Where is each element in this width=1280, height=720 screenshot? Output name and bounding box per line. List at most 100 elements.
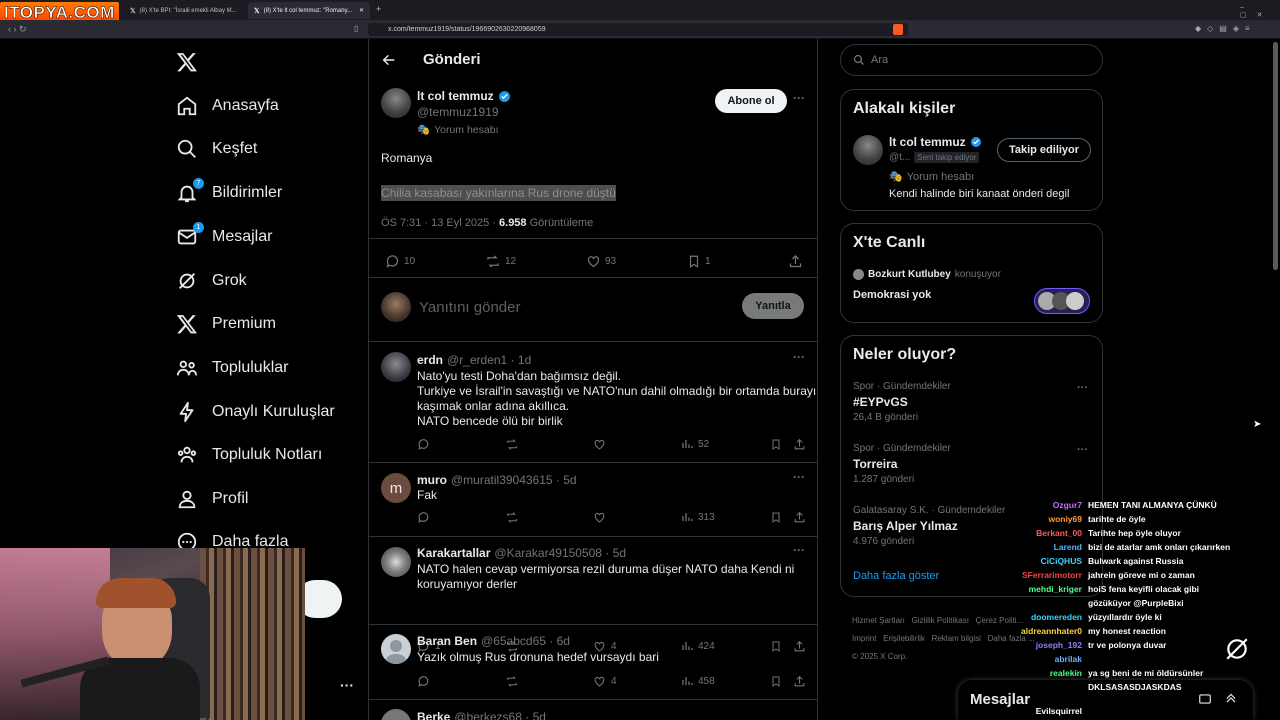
repost-action[interactable]: 12 — [485, 254, 516, 269]
bookmark-icon[interactable] — [770, 438, 782, 451]
my-avatar[interactable] — [381, 292, 411, 322]
post-more-icon[interactable]: ··· — [793, 91, 805, 105]
reply-submit-button[interactable]: Yanıtla — [742, 293, 804, 319]
nav-premium[interactable]: Premium — [176, 307, 276, 341]
footer-link[interactable]: Reklam bilgisi — [932, 634, 981, 643]
share-icon[interactable] — [788, 254, 803, 269]
search-field[interactable]: Ara — [840, 44, 1103, 76]
share-icon[interactable] — [793, 438, 806, 451]
related-avatar[interactable] — [853, 135, 883, 165]
account-menu-icon[interactable]: ··· — [340, 677, 354, 693]
nav-communities[interactable]: Topluluklar — [176, 351, 288, 385]
trend-meta: Spor · Gündemdekiler — [853, 443, 951, 454]
reply-icon[interactable] — [417, 438, 430, 451]
views-action[interactable]: 458 — [681, 675, 715, 687]
live-listeners[interactable] — [1034, 288, 1090, 314]
trend-item[interactable]: Galatasaray S.K. · Gündemdekiler Barış A… — [853, 505, 1005, 547]
live-topic[interactable]: Demokrasi yok — [853, 289, 931, 301]
reply-input[interactable]: Yanıtını gönder — [419, 299, 520, 316]
reply-more-icon[interactable]: ··· — [793, 350, 805, 364]
reply-avatar[interactable]: m — [381, 473, 411, 503]
bookmark-icon[interactable]: ▯ — [354, 24, 358, 33]
subscribe-button[interactable]: Abone ol — [715, 89, 787, 113]
reply-action[interactable]: 10 — [385, 254, 415, 269]
browser-tab-2[interactable]: 𝕏 (8) X'te lt col temmuz: "Romany... ✕ — [248, 2, 370, 19]
heart-icon[interactable] — [593, 511, 606, 524]
reply-avatar[interactable] — [381, 634, 411, 664]
reply-item[interactable]: erdn @r_erden1 · 1d ··· Nato'yu testi Doh… — [369, 342, 817, 462]
nav-messages[interactable]: 1 Mesajlar — [176, 220, 272, 254]
share-icon[interactable] — [793, 675, 806, 688]
author-handle[interactable]: @temmuz1919 — [417, 105, 499, 119]
page-title: Gönderi — [423, 51, 481, 68]
reply-more-icon[interactable]: ··· — [793, 470, 805, 484]
reply-author-name[interactable]: Karakartallar — [417, 546, 490, 560]
new-tab-icon[interactable]: + — [376, 4, 381, 14]
nav-verified-orgs[interactable]: Onaylı Kuruluşlar — [176, 395, 335, 429]
footer-link[interactable]: Gizlilik Politikası — [912, 616, 969, 625]
reply-author-name[interactable]: muro — [417, 473, 447, 487]
trend-item[interactable]: Spor · Gündemdekiler #EYPvGS 26,4 B gönd… — [853, 381, 951, 423]
bookmark-action[interactable]: 1 — [687, 254, 711, 269]
url-field[interactable]: x.com/temmuz1919/status/1966902630220968… — [368, 23, 908, 36]
reply-author-name[interactable]: Baran Ben — [417, 634, 477, 648]
reply-action-bar: 52 — [417, 438, 807, 454]
reply-avatar[interactable] — [381, 547, 411, 577]
nav-label: Keşfet — [212, 140, 258, 157]
trend-more-icon[interactable]: ··· — [1077, 382, 1088, 394]
reply-icon[interactable] — [417, 511, 430, 524]
author-avatar[interactable] — [381, 88, 411, 118]
nav-community-notes[interactable]: Topluluk Notları — [176, 438, 322, 472]
nav-home[interactable]: Anasayfa — [176, 89, 279, 123]
brave-shield-icon[interactable] — [893, 24, 903, 35]
reply-author-name[interactable]: Berke — [417, 710, 450, 720]
like-action[interactable]: 4 — [593, 675, 617, 688]
nav-grok[interactable]: Grok — [176, 264, 247, 298]
browser-tab-1[interactable]: 𝕏 (8) X'te BPI: "İsraili emekli Albay M.… — [124, 2, 246, 19]
reply-text-line: Turkiye ve İsrail'in savaştığı ve NATO'n… — [417, 384, 817, 398]
reply-item[interactable]: Baran Ben @65abcd65 · 6d Yazık olmuş Rus … — [369, 625, 817, 699]
following-button[interactable]: Takip ediliyor — [997, 138, 1091, 162]
trend-more-icon[interactable]: ··· — [1077, 444, 1088, 456]
share-icon[interactable] — [793, 511, 806, 524]
views-action[interactable]: 52 — [681, 438, 709, 450]
bookmark-icon[interactable] — [770, 675, 782, 688]
back-arrow-icon[interactable] — [381, 52, 397, 68]
footer-link[interactable]: Erişilebilirlik — [883, 634, 925, 643]
chart-icon — [681, 675, 693, 687]
reply-avatar[interactable] — [381, 352, 411, 382]
author-name[interactable]: lt col temmuz — [417, 89, 494, 103]
page-scrollbar[interactable] — [1273, 42, 1278, 270]
extension-icons[interactable]: ◆◇▤◈≡ — [1195, 24, 1256, 33]
like-action[interactable]: 93 — [586, 254, 616, 269]
trend-item[interactable]: Spor · Gündemdekiler Torreira 1.287 gönd… — [853, 443, 951, 485]
x-logo-icon[interactable] — [176, 51, 198, 73]
reply-item[interactable]: Berke @berkezs68 · 5d — [369, 700, 817, 720]
views-action[interactable]: 313 — [681, 511, 715, 523]
bookmark-icon[interactable] — [770, 511, 782, 524]
show-more-link[interactable]: Daha fazla göster — [853, 570, 939, 582]
reply-icon[interactable] — [417, 675, 430, 688]
heart-icon[interactable] — [593, 438, 606, 451]
footer-link[interactable]: Imprint — [852, 634, 876, 643]
repost-icon[interactable] — [505, 675, 519, 688]
post-time[interactable]: ÖS 7:31 · 13 Eyl 2025 · — [381, 217, 499, 229]
live-host[interactable]: Bozkurt Kutlubey — [868, 269, 951, 280]
nav-back-forward-icons[interactable]: ‹ › ↻ — [8, 24, 27, 35]
like-count: 93 — [605, 256, 617, 267]
related-name[interactable]: lt col temmuz — [889, 135, 966, 149]
nav-profile[interactable]: Profil — [176, 482, 248, 516]
nav-notifications[interactable]: 7 Bildirimler — [176, 176, 282, 210]
reply-item[interactable]: m muro @muratil39043615 · 5d ··· Fak 313 — [369, 463, 817, 536]
reply-item[interactable]: Karakartallar @Karakar49150508 · 5d ··· N… — [369, 537, 817, 625]
repost-icon[interactable] — [505, 438, 519, 451]
reply-avatar[interactable] — [381, 709, 411, 720]
reply-author-name[interactable]: erdn — [417, 353, 443, 367]
nav-explore[interactable]: Keşfet — [176, 132, 257, 166]
reply-more-icon[interactable]: ··· — [793, 543, 805, 557]
repost-icon[interactable] — [505, 511, 519, 524]
nav-label: Topluluklar — [212, 359, 289, 376]
close-tab-icon[interactable]: ✕ — [359, 7, 364, 14]
footer-link[interactable]: Hizmet Şartları — [852, 616, 905, 625]
window-controls[interactable]: –▢✕ — [1240, 4, 1280, 19]
